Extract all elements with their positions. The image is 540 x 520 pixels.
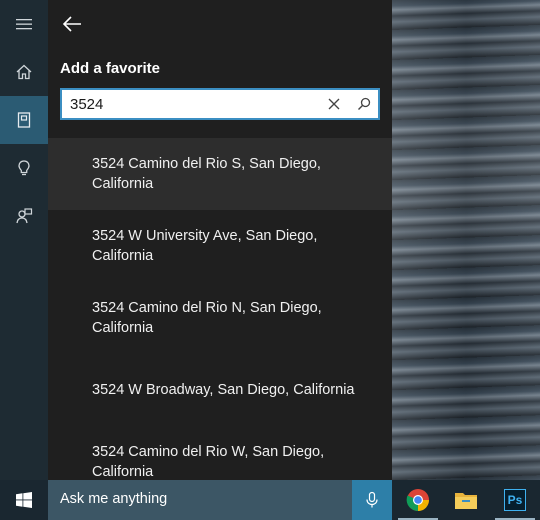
notebook-icon (17, 112, 31, 128)
result-item-label: 3524 W Broadway, San Diego, California (92, 382, 355, 398)
lightbulb-icon (18, 160, 30, 176)
photoshop-icon: Ps (504, 489, 526, 511)
microphone-icon (366, 491, 378, 508)
feedback-icon (16, 208, 33, 224)
cortana-search-box[interactable]: Ask me anything (48, 480, 352, 520)
home-icon (16, 64, 32, 80)
home-button[interactable] (0, 48, 48, 96)
page-title: Add a favorite (60, 60, 161, 77)
back-arrow-icon (62, 16, 81, 32)
back-button[interactable] (58, 10, 86, 38)
start-button[interactable] (0, 480, 48, 520)
search-input[interactable] (70, 90, 310, 118)
clear-search-button[interactable] (324, 94, 344, 114)
cortana-search-placeholder: Ask me anything (60, 491, 168, 507)
result-item[interactable]: 3524 Camino del Rio N, San Diego, Califo… (48, 282, 392, 354)
result-item[interactable]: 3524 W University Ave, San Diego, Califo… (48, 210, 392, 282)
cortana-nav-rail (0, 0, 48, 480)
result-item-label: 3524 Camino del Rio N, San Diego, Califo… (92, 300, 322, 336)
file-explorer-icon (455, 493, 477, 509)
windows-logo-icon (16, 492, 32, 508)
search-button[interactable] (354, 94, 374, 114)
clear-icon (328, 98, 340, 110)
notebook-button[interactable] (0, 96, 48, 144)
chrome-icon (406, 489, 429, 511)
cortana-panel: Add a favorite 3524 Camino del Rio S, Sa… (48, 0, 392, 480)
hamburger-menu-button[interactable] (0, 0, 48, 48)
result-item[interactable]: 3524 Camino del Rio S, San Diego, Califo… (48, 138, 392, 210)
tips-button[interactable] (0, 144, 48, 192)
microphone-button[interactable] (352, 480, 392, 520)
result-item[interactable]: 3524 W Broadway, San Diego, California (48, 354, 392, 426)
result-item-label: 3524 Camino del Rio S, San Diego, Califo… (92, 156, 321, 192)
hamburger-menu-icon (16, 19, 32, 30)
taskbar-file-explorer[interactable] (442, 480, 490, 520)
taskbar-chrome[interactable] (394, 480, 442, 520)
result-item-label: 3524 Camino del Rio W, San Diego, Califo… (92, 444, 325, 480)
desktop-wallpaper (392, 0, 540, 480)
search-icon (358, 97, 371, 110)
results-list: 3524 Camino del Rio S, San Diego, Califo… (48, 138, 392, 498)
feedback-button[interactable] (0, 192, 48, 240)
taskbar-photoshop[interactable]: Ps (491, 480, 539, 520)
taskbar: Ask me anything Ps (0, 480, 540, 520)
result-item-label: 3524 W University Ave, San Diego, Califo… (92, 228, 318, 264)
search-box[interactable] (60, 88, 380, 120)
